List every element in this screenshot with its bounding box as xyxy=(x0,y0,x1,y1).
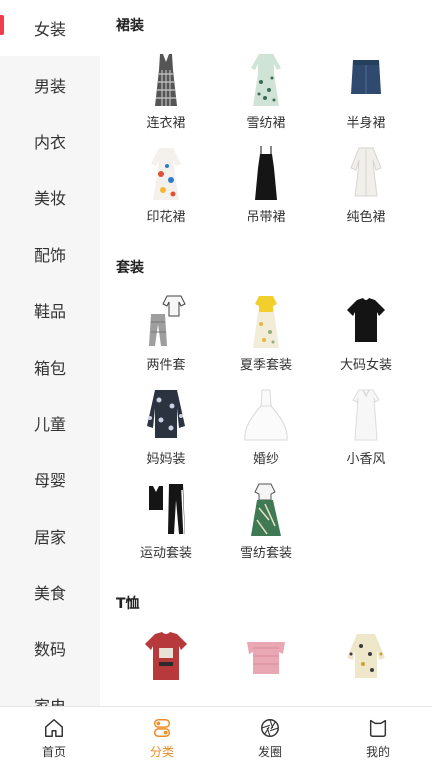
sidebar-item-kids[interactable]: 儿童 xyxy=(0,395,100,451)
sidebar-item-label: 配饰 xyxy=(33,245,66,265)
sidebar-item-appliances[interactable]: 家电 xyxy=(0,677,100,706)
sidebar-item-label: 数码 xyxy=(33,640,66,660)
tab-label: 发圈 xyxy=(257,744,282,759)
summer-set-icon xyxy=(253,296,279,348)
tab-category[interactable]: 分类 xyxy=(108,707,216,769)
category-item[interactable]: 雪纺裙 xyxy=(216,50,316,136)
sidebar-item-home[interactable]: 居家 xyxy=(0,508,100,564)
shirt-dress-icon xyxy=(350,147,382,197)
category-item[interactable]: 半身裙 xyxy=(316,50,416,136)
sidebar-item-men[interactable]: 男装 xyxy=(0,56,100,112)
category-item-label: 连衣裙 xyxy=(146,116,186,131)
denim-skirt-icon xyxy=(351,60,381,94)
sidebar-item-label: 鞋品 xyxy=(33,302,66,322)
category-item-label: 吊带裙 xyxy=(246,210,286,225)
sidebar-item-label: 美食 xyxy=(33,584,66,604)
sidebar-item-bags[interactable]: 箱包 xyxy=(0,338,100,394)
tab-label: 我的 xyxy=(365,744,390,759)
sidebar-item-label: 家电 xyxy=(34,693,66,706)
section-dresses: 裙装 连衣裙 雪纺裙 半身裙 印花裙 吊带裙 纯色裙 xyxy=(100,0,432,230)
sidebar-item-label: 美妆 xyxy=(33,189,66,209)
sidebar-item-label: 儿童 xyxy=(33,414,66,434)
two-piece-set-icon xyxy=(149,295,186,346)
aperture-icon xyxy=(261,718,279,737)
category-item-label: 纯色裙 xyxy=(346,210,386,225)
sidebar-item-label: 女装 xyxy=(33,20,66,40)
print-dress-icon xyxy=(151,148,181,200)
category-item-label: 夏季套装 xyxy=(239,358,292,373)
floral-blouse-icon xyxy=(347,634,385,678)
tab-label: 首页 xyxy=(41,744,66,759)
category-item[interactable]: 纯色裙 xyxy=(316,144,416,230)
tab-moments[interactable]: 发圈 xyxy=(216,707,324,769)
sidebar-item-label: 母婴 xyxy=(33,471,66,491)
section-title: 裙装 xyxy=(116,18,144,34)
sidebar-item-beauty[interactable]: 美妆 xyxy=(0,169,100,225)
category-item[interactable] xyxy=(216,628,316,706)
tab-label: 分类 xyxy=(149,744,174,759)
section-title: 套装 xyxy=(116,260,144,276)
category-item[interactable]: 印花裙 xyxy=(116,144,216,230)
sport-set-icon xyxy=(149,484,185,535)
category-item-label: 小香风 xyxy=(346,452,386,467)
category-item[interactable] xyxy=(316,628,416,706)
floral-chiffon-dress-icon xyxy=(251,54,281,106)
bottom-tab-bar: 首页 分类 发圈 我的 xyxy=(0,706,432,769)
category-item[interactable]: 吊带裙 xyxy=(216,144,316,230)
sidebar-item-food[interactable]: 美食 xyxy=(0,564,100,620)
home-icon xyxy=(45,718,63,737)
sidebar-item-label: 内衣 xyxy=(33,132,66,152)
tab-profile[interactable]: 我的 xyxy=(324,707,432,769)
slip-dress-icon xyxy=(255,146,277,200)
category-content: 裙装 连衣裙 雪纺裙 半身裙 印花裙 吊带裙 纯色裙 套装 两件套 夏季套装 大… xyxy=(100,0,432,706)
category-item-label: 半身裙 xyxy=(346,116,386,131)
gingham-dress-icon xyxy=(155,54,177,106)
category-item[interactable]: 大码女装 xyxy=(316,292,416,378)
category-item-label: 运动套装 xyxy=(139,546,192,561)
chiffon-set-icon xyxy=(251,483,281,536)
pink-offshoulder-top-icon xyxy=(247,642,285,674)
category-item[interactable]: 妈妈装 xyxy=(116,386,216,472)
category-item[interactable]: 连衣裙 xyxy=(116,50,216,136)
wedding-dress-icon xyxy=(244,389,288,441)
category-item-label: 婚纱 xyxy=(252,452,279,467)
tab-home[interactable]: 首页 xyxy=(0,707,108,769)
floral-cardigan-icon xyxy=(147,390,185,438)
category-item[interactable]: 两件套 xyxy=(116,292,216,378)
category-item[interactable]: 雪纺套装 xyxy=(216,480,316,566)
red-graphic-tee-icon xyxy=(145,632,187,680)
sidebar-item-shoes[interactable]: 鞋品 xyxy=(0,282,100,338)
sidebar-item-digital[interactable]: 数码 xyxy=(0,620,100,676)
sidebar-item-baby[interactable]: 母婴 xyxy=(0,451,100,507)
sidebar-item-underwear[interactable]: 内衣 xyxy=(0,113,100,169)
section-tshirts: T恤 xyxy=(100,578,432,706)
category-item-label: 雪纺裙 xyxy=(246,116,286,131)
category-item[interactable]: 小香风 xyxy=(316,386,416,472)
profile-icon xyxy=(369,719,387,737)
sidebar-item-accessories[interactable]: 配饰 xyxy=(0,226,100,282)
category-item[interactable]: 夏季套装 xyxy=(216,292,316,378)
section-sets: 套装 两件套 夏季套装 大码女装 妈妈装 婚纱 小香风 运动套装 雪纺套装 xyxy=(100,242,432,566)
sidebar-item-women[interactable]: 女装 xyxy=(0,0,100,57)
category-icon xyxy=(153,718,171,737)
sidebar-item-label: 居家 xyxy=(33,527,66,547)
sidebar-item-label: 男装 xyxy=(33,76,66,96)
category-sidebar: 女装 男装 内衣 美妆 配饰 鞋品 箱包 儿童 母婴 居家 美食 数码 家电 xyxy=(0,0,100,706)
category-item-label: 两件套 xyxy=(146,358,186,373)
category-item-label: 妈妈装 xyxy=(146,452,186,467)
section-title: T恤 xyxy=(116,596,140,612)
category-item-label: 雪纺套装 xyxy=(239,546,292,561)
white-shift-dress-icon xyxy=(352,389,380,441)
black-tee-icon xyxy=(347,298,385,342)
category-item-label: 印花裙 xyxy=(146,210,186,225)
category-item[interactable] xyxy=(116,628,216,706)
category-item[interactable]: 运动套装 xyxy=(116,480,216,566)
category-item-label: 大码女装 xyxy=(339,358,392,373)
sidebar-item-label: 箱包 xyxy=(33,358,66,378)
category-item[interactable]: 婚纱 xyxy=(216,386,316,472)
